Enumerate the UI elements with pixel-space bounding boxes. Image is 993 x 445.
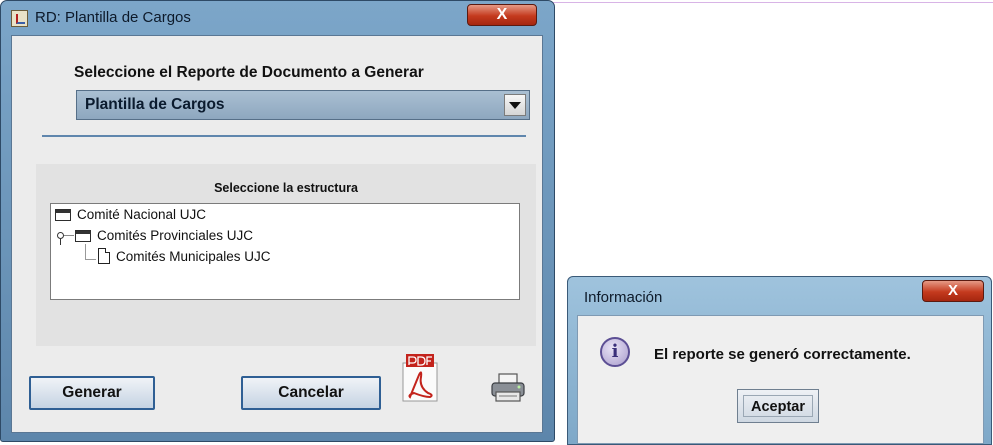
ok-button-label: Aceptar	[743, 395, 813, 417]
tree-connector-icon	[64, 235, 74, 236]
tree-node-municipal[interactable]: Comités Municipales UJC	[98, 248, 271, 264]
tree-connector-icon	[60, 239, 61, 245]
report-select-value: Plantilla de Cargos	[85, 96, 225, 113]
separator	[42, 135, 526, 137]
report-window: RD: Plantilla de Cargos X Seleccione el …	[0, 0, 555, 442]
title-bar[interactable]: RD: Plantilla de Cargos X	[1, 1, 554, 35]
folder-icon	[55, 208, 71, 221]
tree-expand-handle-icon[interactable]	[57, 232, 64, 239]
document-icon	[98, 248, 110, 264]
printer-icon[interactable]	[490, 372, 526, 404]
window-content: Seleccione el Reporte de Documento a Gen…	[11, 35, 543, 433]
top-divider-line	[552, 2, 993, 3]
tree-node-root[interactable]: Comité Nacional UJC	[55, 207, 206, 222]
dialog-content: i El reporte se generó correctamente. Ac…	[577, 315, 984, 444]
tree-node-label: Comités Municipales UJC	[116, 248, 271, 264]
tree-node-provincial[interactable]: Comités Provinciales UJC	[75, 228, 253, 243]
tree-node-label: Comité Nacional UJC	[77, 207, 207, 222]
close-icon: X	[496, 6, 508, 23]
close-button[interactable]: X	[467, 4, 537, 26]
tree-connector-icon	[85, 244, 96, 260]
structure-tree[interactable]: Comité Nacional UJC Comités Provinciales…	[50, 203, 520, 300]
ok-button[interactable]: Aceptar	[737, 389, 819, 423]
app-icon	[11, 10, 28, 27]
structure-label: Seleccione la estructura	[214, 181, 358, 195]
dialog-message: El reporte se generó correctamente.	[654, 346, 911, 363]
report-select-label: Seleccione el Reporte de Documento a Gen…	[74, 64, 424, 81]
pdf-icon[interactable]	[398, 353, 442, 403]
tree-node-label: Comités Provinciales UJC	[97, 228, 254, 243]
cancel-button[interactable]: Cancelar	[241, 376, 381, 410]
folder-icon	[75, 229, 91, 242]
dialog-close-button[interactable]: X	[922, 280, 984, 302]
structure-panel: Seleccione la estructura Comité Nacional…	[36, 164, 536, 346]
generate-button[interactable]: Generar	[29, 376, 155, 410]
info-dialog: Información X i El reporte se generó cor…	[567, 276, 992, 445]
info-icon: i	[600, 337, 630, 367]
dialog-title: Información	[584, 289, 663, 306]
chevron-down-icon[interactable]	[504, 94, 526, 116]
report-select[interactable]: Plantilla de Cargos	[76, 90, 530, 120]
window-title: RD: Plantilla de Cargos	[35, 9, 191, 26]
close-icon: X	[947, 282, 958, 299]
